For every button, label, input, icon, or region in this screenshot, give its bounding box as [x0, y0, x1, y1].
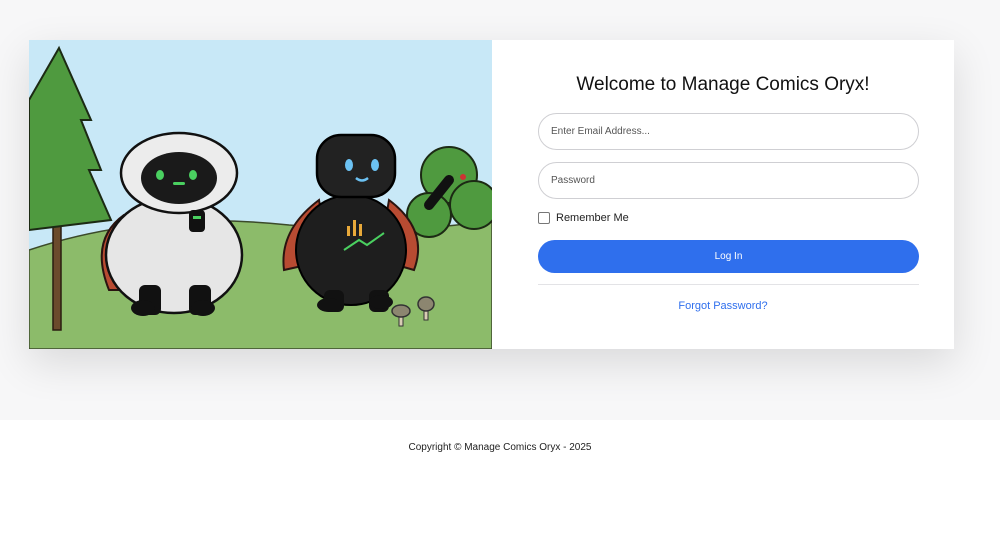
robots-mascot-illustration: [29, 40, 492, 349]
page-title: Welcome to Manage Comics Oryx!: [576, 74, 870, 95]
divider: [538, 284, 919, 285]
white-robot-icon: [100, 131, 244, 316]
forgot-password-link[interactable]: Forgot Password?: [492, 300, 954, 312]
login-form: Welcome to Manage Comics Oryx! Remember …: [492, 40, 954, 349]
remember-me-label: Remember Me: [556, 212, 629, 224]
login-button[interactable]: Log In: [538, 240, 919, 273]
email-field[interactable]: [538, 113, 919, 150]
password-field[interactable]: [538, 162, 919, 199]
login-card: Welcome to Manage Comics Oryx! Remember …: [29, 40, 954, 349]
remember-me[interactable]: Remember Me: [538, 212, 629, 224]
remember-me-checkbox[interactable]: [538, 212, 550, 224]
footer-copyright: Copyright © Manage Comics Oryx - 2025: [408, 442, 592, 453]
